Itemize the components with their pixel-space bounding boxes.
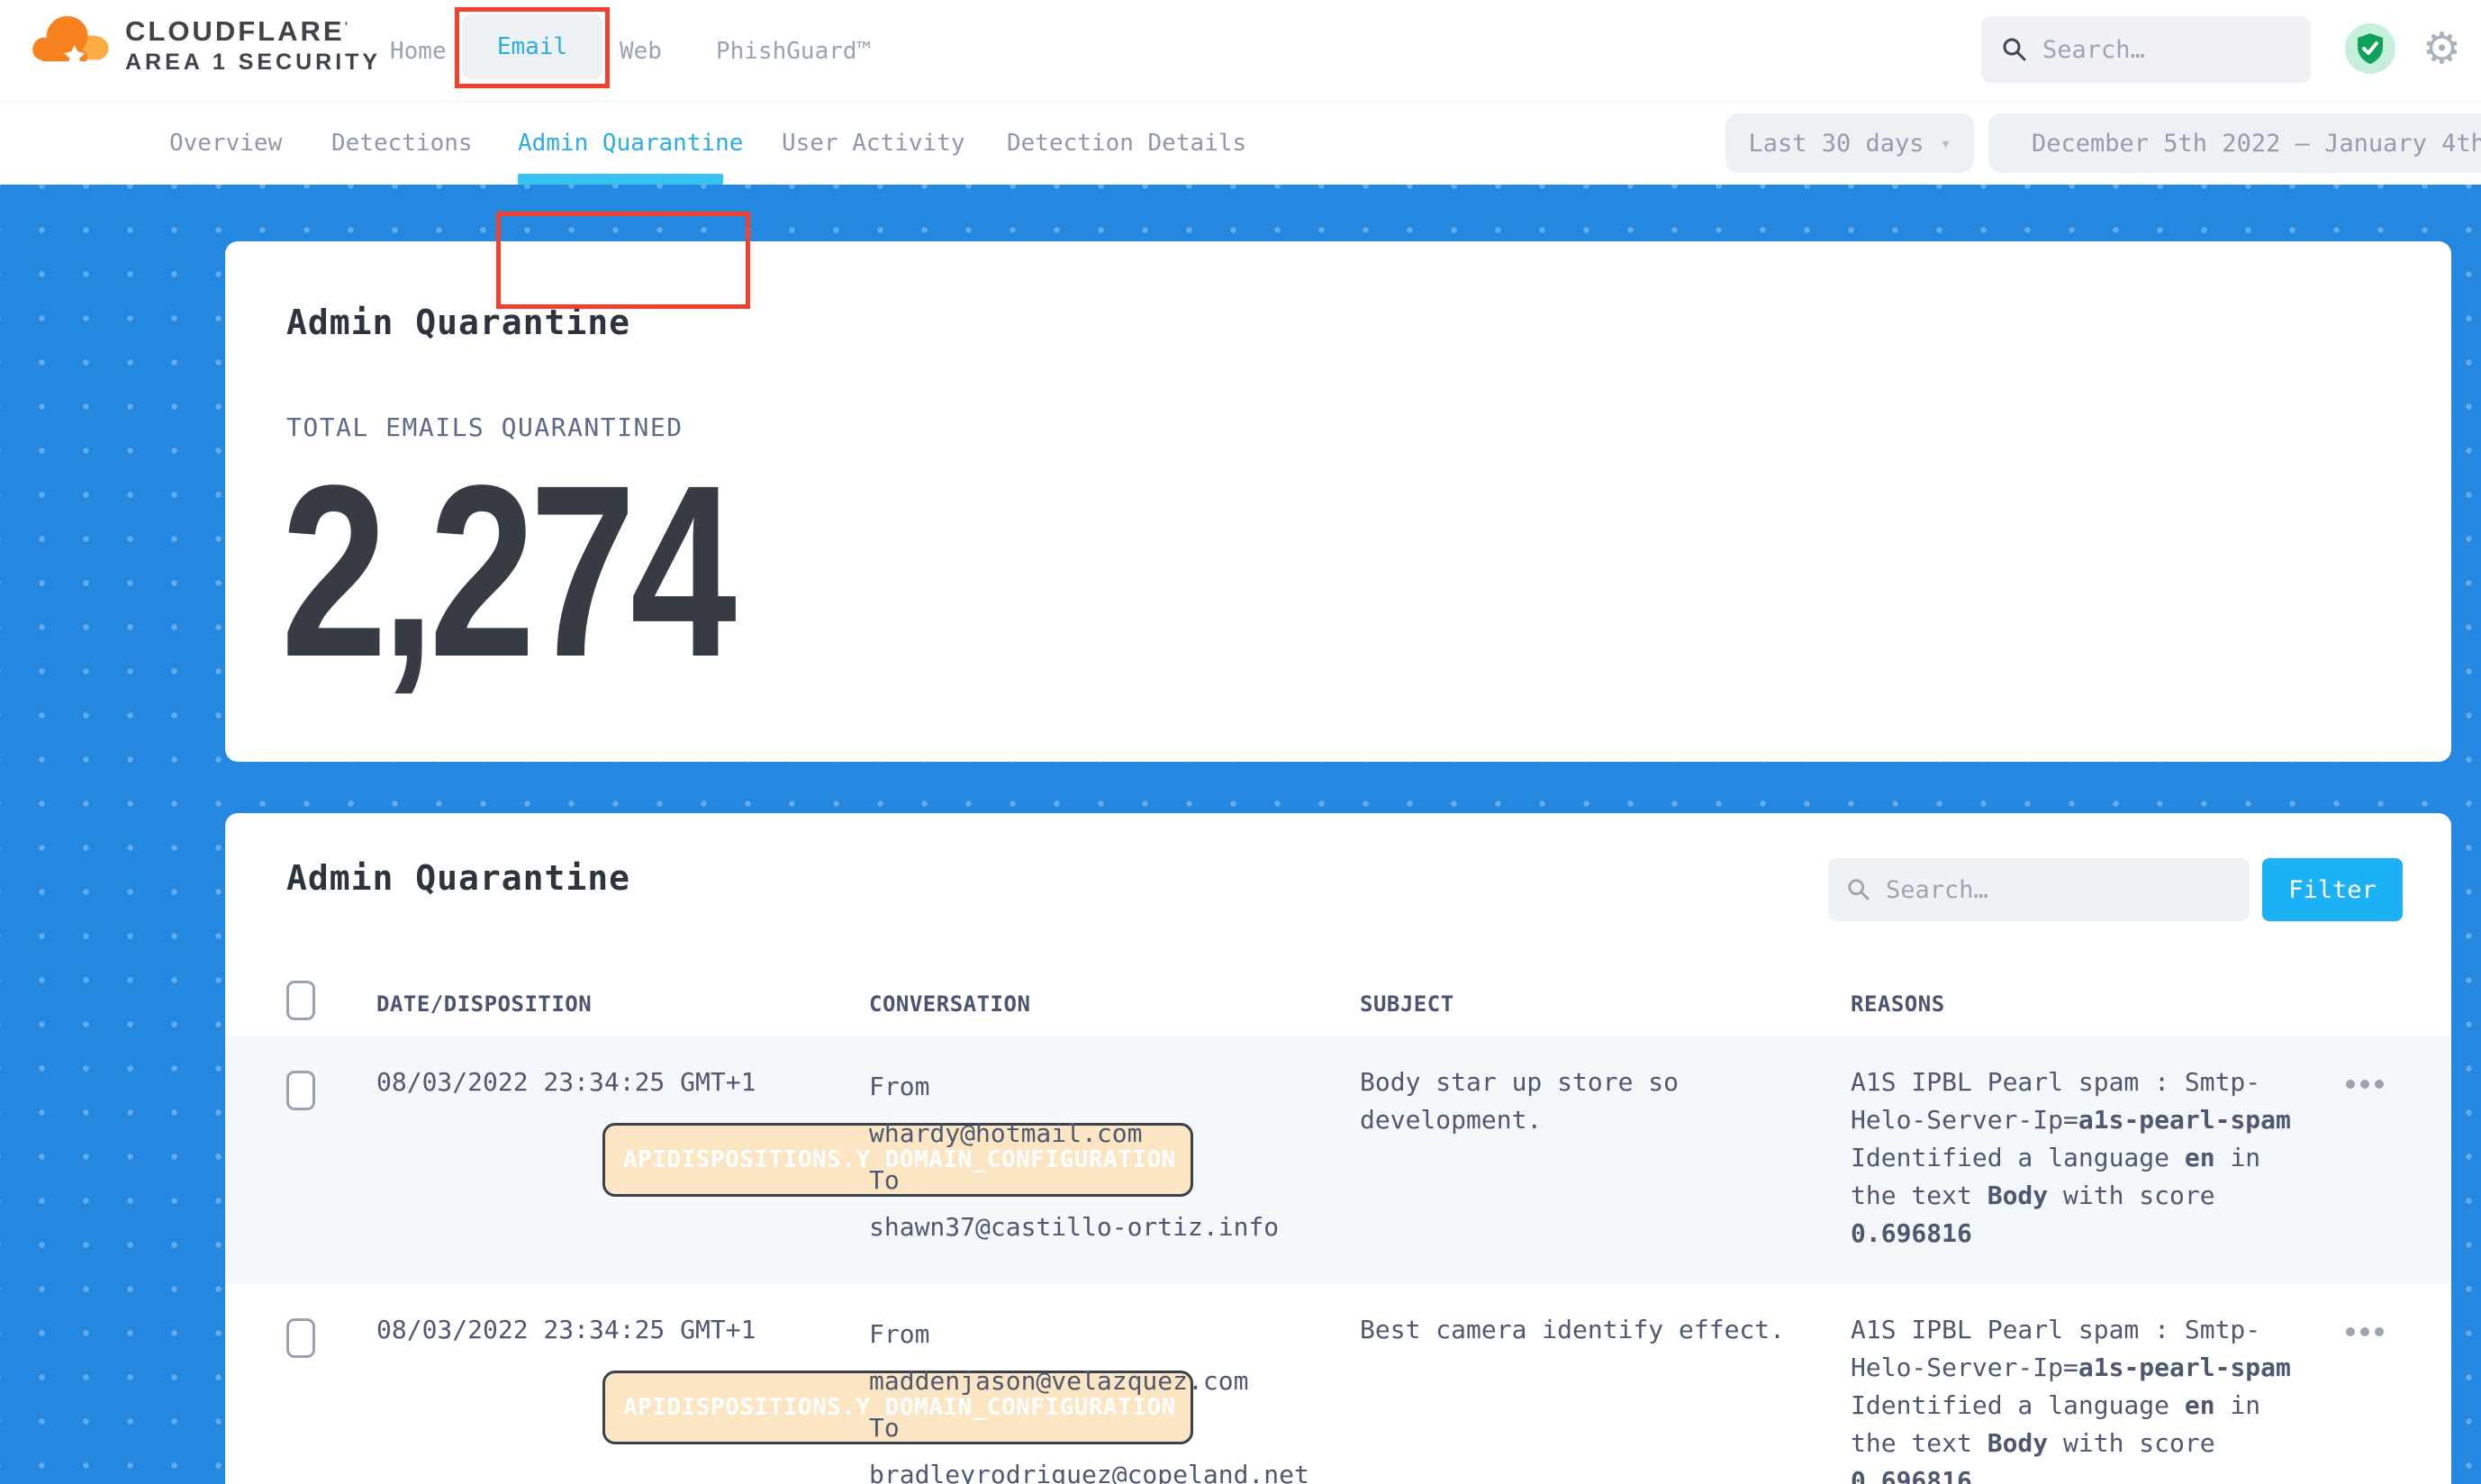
table-search[interactable]: [1828, 858, 2250, 921]
top-bar: CLOUDFLARE’ AREA 1 SECURITY Home Email W…: [0, 0, 2481, 102]
tab-admin-quarantine[interactable]: Admin Quarantine: [518, 102, 743, 185]
topnav-item-web[interactable]: Web: [620, 0, 662, 102]
main-content: Admin Quarantine TOTAL EMAILS QUARANTINE…: [0, 185, 2481, 1484]
row-date: 08/03/2022 23:34:25 GMT+1: [376, 1063, 854, 1101]
topnav-item-home[interactable]: Home: [390, 0, 447, 102]
table-row: 08/03/2022 23:34:25 GMT+1 APIDISPOSITION…: [225, 1284, 2451, 1484]
global-search-input[interactable]: [2042, 36, 2291, 64]
select-all-checkbox[interactable]: [286, 981, 315, 1020]
column-header-conversation: CONVERSATION: [869, 991, 1030, 1017]
row-subject: Best camera identify effect.: [1360, 1311, 1815, 1349]
from-address: whardy@hotmail.com: [869, 1110, 1324, 1157]
row-reasons: A1S IPBL Pearl spam : Smtp-Helo-Server-I…: [1851, 1063, 2305, 1253]
search-icon: [2001, 36, 2028, 63]
email-sub-navigation: Overview Detections Admin Quarantine Use…: [0, 102, 2481, 185]
tab-detection-details[interactable]: Detection Details: [1007, 102, 1246, 185]
tab-detections[interactable]: Detections: [331, 102, 473, 185]
date-range-preset-button[interactable]: Last 30 days ▾: [1725, 113, 1974, 173]
cloudflare-logo: CLOUDFLARE’ AREA 1 SECURITY: [32, 9, 381, 81]
table-body: 08/03/2022 23:34:25 GMT+1 APIDISPOSITION…: [225, 1036, 2451, 1484]
search-icon: [1846, 877, 1871, 902]
global-search[interactable]: [1981, 16, 2311, 83]
table-card-title: Admin Quarantine: [286, 858, 630, 898]
app-window: CLOUDFLARE’ AREA 1 SECURITY Home Email W…: [0, 0, 2481, 1484]
brand-subtitle: AREA 1 SECURITY: [125, 50, 381, 76]
table-header-row: DATE/DISPOSITION CONVERSATION SUBJECT RE…: [225, 973, 2451, 1036]
summary-card: Admin Quarantine TOTAL EMAILS QUARANTINE…: [225, 241, 2451, 762]
to-label: To: [869, 1157, 1324, 1204]
from-address: maddenjason@velazquez.com: [869, 1358, 1324, 1405]
row-checkbox[interactable]: [286, 1318, 315, 1358]
chevron-down-icon: ▾: [1941, 132, 1951, 154]
table-search-input[interactable]: [1886, 876, 2232, 904]
row-checkbox[interactable]: [286, 1071, 315, 1110]
row-date: 08/03/2022 23:34:25 GMT+1: [376, 1311, 854, 1349]
quarantine-table-card: Admin Quarantine Filter DATE/DISPOSITION…: [225, 813, 2451, 1484]
date-range-display[interactable]: December 5th 2022 — January 4th 2023: [1988, 113, 2481, 173]
row-actions-menu-icon[interactable]: [2346, 1080, 2384, 1089]
brand-name: CLOUDFLARE’: [125, 15, 381, 48]
cloudflare-cloud-icon: [32, 9, 114, 81]
tab-overview[interactable]: Overview: [169, 102, 282, 185]
protection-status-badge[interactable]: [2345, 23, 2395, 74]
shield-check-icon: [2355, 32, 2386, 65]
topnav-item-phishguard[interactable]: PhishGuard™: [716, 0, 871, 102]
to-address: bradleyrodriguez@copeland.net: [869, 1452, 1324, 1484]
active-tab-underline: [518, 174, 723, 185]
summary-card-title: Admin Quarantine: [286, 303, 630, 342]
row-subject: Body star up store so development.: [1360, 1063, 1815, 1139]
column-header-date-disposition: DATE/DISPOSITION: [376, 991, 592, 1017]
from-label: From: [869, 1311, 1324, 1358]
to-label: To: [869, 1405, 1324, 1452]
row-conversation: From maddenjason@velazquez.com To bradle…: [869, 1311, 1324, 1484]
row-reasons: A1S IPBL Pearl spam : Smtp-Helo-Server-I…: [1851, 1311, 2305, 1484]
topnav-item-email[interactable]: Email: [462, 14, 602, 79]
settings-gear-icon[interactable]: ⚙: [2422, 20, 2461, 77]
tab-user-activity[interactable]: User Activity: [782, 102, 965, 185]
table-row: 08/03/2022 23:34:25 GMT+1 APIDISPOSITION…: [225, 1036, 2451, 1284]
total-quarantined-value: 2,274: [281, 430, 731, 712]
filter-button[interactable]: Filter: [2262, 858, 2403, 921]
from-label: From: [869, 1063, 1324, 1110]
column-header-subject: SUBJECT: [1360, 991, 1454, 1017]
to-address: shawn37@castillo-ortiz.info: [869, 1204, 1324, 1251]
column-header-reasons: REASONS: [1851, 991, 1945, 1017]
row-conversation: From whardy@hotmail.com To shawn37@casti…: [869, 1063, 1324, 1251]
row-actions-menu-icon[interactable]: [2346, 1327, 2384, 1336]
brand-mark: ’: [345, 19, 351, 32]
